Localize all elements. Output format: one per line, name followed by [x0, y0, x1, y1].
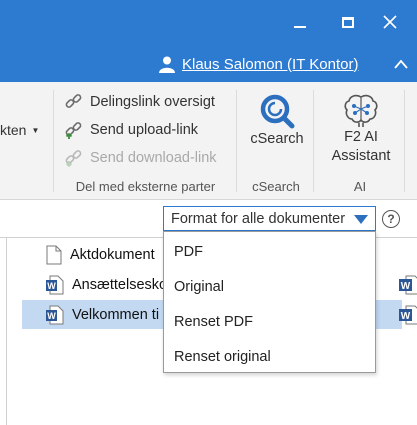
maximize-button[interactable]	[328, 6, 368, 38]
svg-text:W: W	[47, 311, 56, 321]
brain-icon	[344, 94, 378, 127]
document-name: Aktdokument	[70, 246, 155, 263]
partial-ribbon-label: kten	[0, 122, 27, 138]
word-document-icon: W	[399, 305, 417, 324]
format-dropdown-list: PDF Original Renset PDF Renset original	[163, 231, 376, 373]
blank-document-icon	[46, 245, 62, 264]
ribbon: kten ▼ Delingslink oversigt Send upload-…	[0, 82, 417, 200]
word-document-icon: W	[46, 305, 64, 324]
help-button[interactable]: ?	[382, 210, 400, 228]
format-option-pdf[interactable]: PDF	[174, 244, 203, 260]
chevron-up-icon	[394, 59, 408, 69]
link-icon	[65, 94, 82, 108]
csearch-label: cSearch	[250, 131, 304, 147]
send-upload-link-button[interactable]: Send upload-link	[64, 119, 198, 141]
ribbon-separator	[53, 90, 54, 192]
ribbon-separator	[313, 90, 314, 192]
format-select-value: Format for alle dokumenter	[171, 210, 346, 227]
svg-text:W: W	[47, 281, 56, 291]
user-account[interactable]: Klaus Salomon (IT Kontor)	[158, 55, 358, 73]
word-document-icon: W	[399, 275, 417, 294]
help-icon: ?	[387, 212, 395, 226]
ai-label-line2: Assistant	[331, 148, 391, 164]
user-icon	[159, 56, 175, 73]
minimize-icon	[294, 26, 306, 28]
ai-group-label: AI	[353, 179, 367, 194]
ribbon-separator	[404, 90, 405, 192]
send-download-link-button[interactable]: Send download-link	[64, 147, 217, 169]
partial-ribbon-button[interactable]: kten ▼	[0, 122, 39, 138]
download-link-icon	[65, 150, 82, 168]
send-download-link-label: Send download-link	[90, 150, 217, 166]
share-links-overview-button[interactable]: Delingslink oversigt	[64, 91, 215, 113]
ai-label-line1: F2 AI	[344, 129, 378, 145]
minimize-button[interactable]	[280, 6, 320, 38]
csearch-icon	[260, 94, 295, 129]
title-bar: Klaus Salomon (IT Kontor)	[0, 0, 417, 82]
upload-link-icon	[65, 122, 82, 139]
maximize-icon	[342, 16, 354, 28]
app-window: Klaus Salomon (IT Kontor) kten ▼ Delings…	[0, 0, 417, 425]
document-name: Ansættelsesko	[72, 276, 168, 293]
format-option-original[interactable]: Original	[174, 279, 224, 295]
close-button[interactable]	[370, 6, 410, 38]
document-name: Velkommen ti	[72, 306, 160, 323]
svg-text:W: W	[401, 311, 411, 322]
csearch-button[interactable]: cSearch	[246, 92, 308, 149]
f2-ai-assistant-button[interactable]: F2 AI Assistant	[322, 92, 400, 166]
format-select[interactable]: Format for alle dokumenter	[163, 206, 376, 231]
dropdown-arrow-icon	[354, 215, 368, 224]
svg-text:W: W	[401, 281, 411, 292]
word-document-icon: W	[46, 275, 64, 294]
caret-down-icon: ▼	[31, 125, 40, 135]
csearch-group-label: cSearch	[252, 179, 300, 194]
share-group-label: Del med eksterne parter	[75, 179, 216, 194]
list-left-border	[6, 238, 7, 425]
collapse-ribbon-button[interactable]	[394, 56, 408, 74]
share-links-overview-label: Delingslink oversigt	[90, 94, 215, 110]
format-option-renset-original[interactable]: Renset original	[174, 349, 271, 365]
user-name-link[interactable]: Klaus Salomon (IT Kontor)	[182, 56, 358, 73]
ribbon-separator	[236, 90, 237, 192]
send-upload-link-label: Send upload-link	[90, 122, 199, 138]
close-icon	[383, 15, 397, 29]
format-option-renset-pdf[interactable]: Renset PDF	[174, 314, 253, 330]
